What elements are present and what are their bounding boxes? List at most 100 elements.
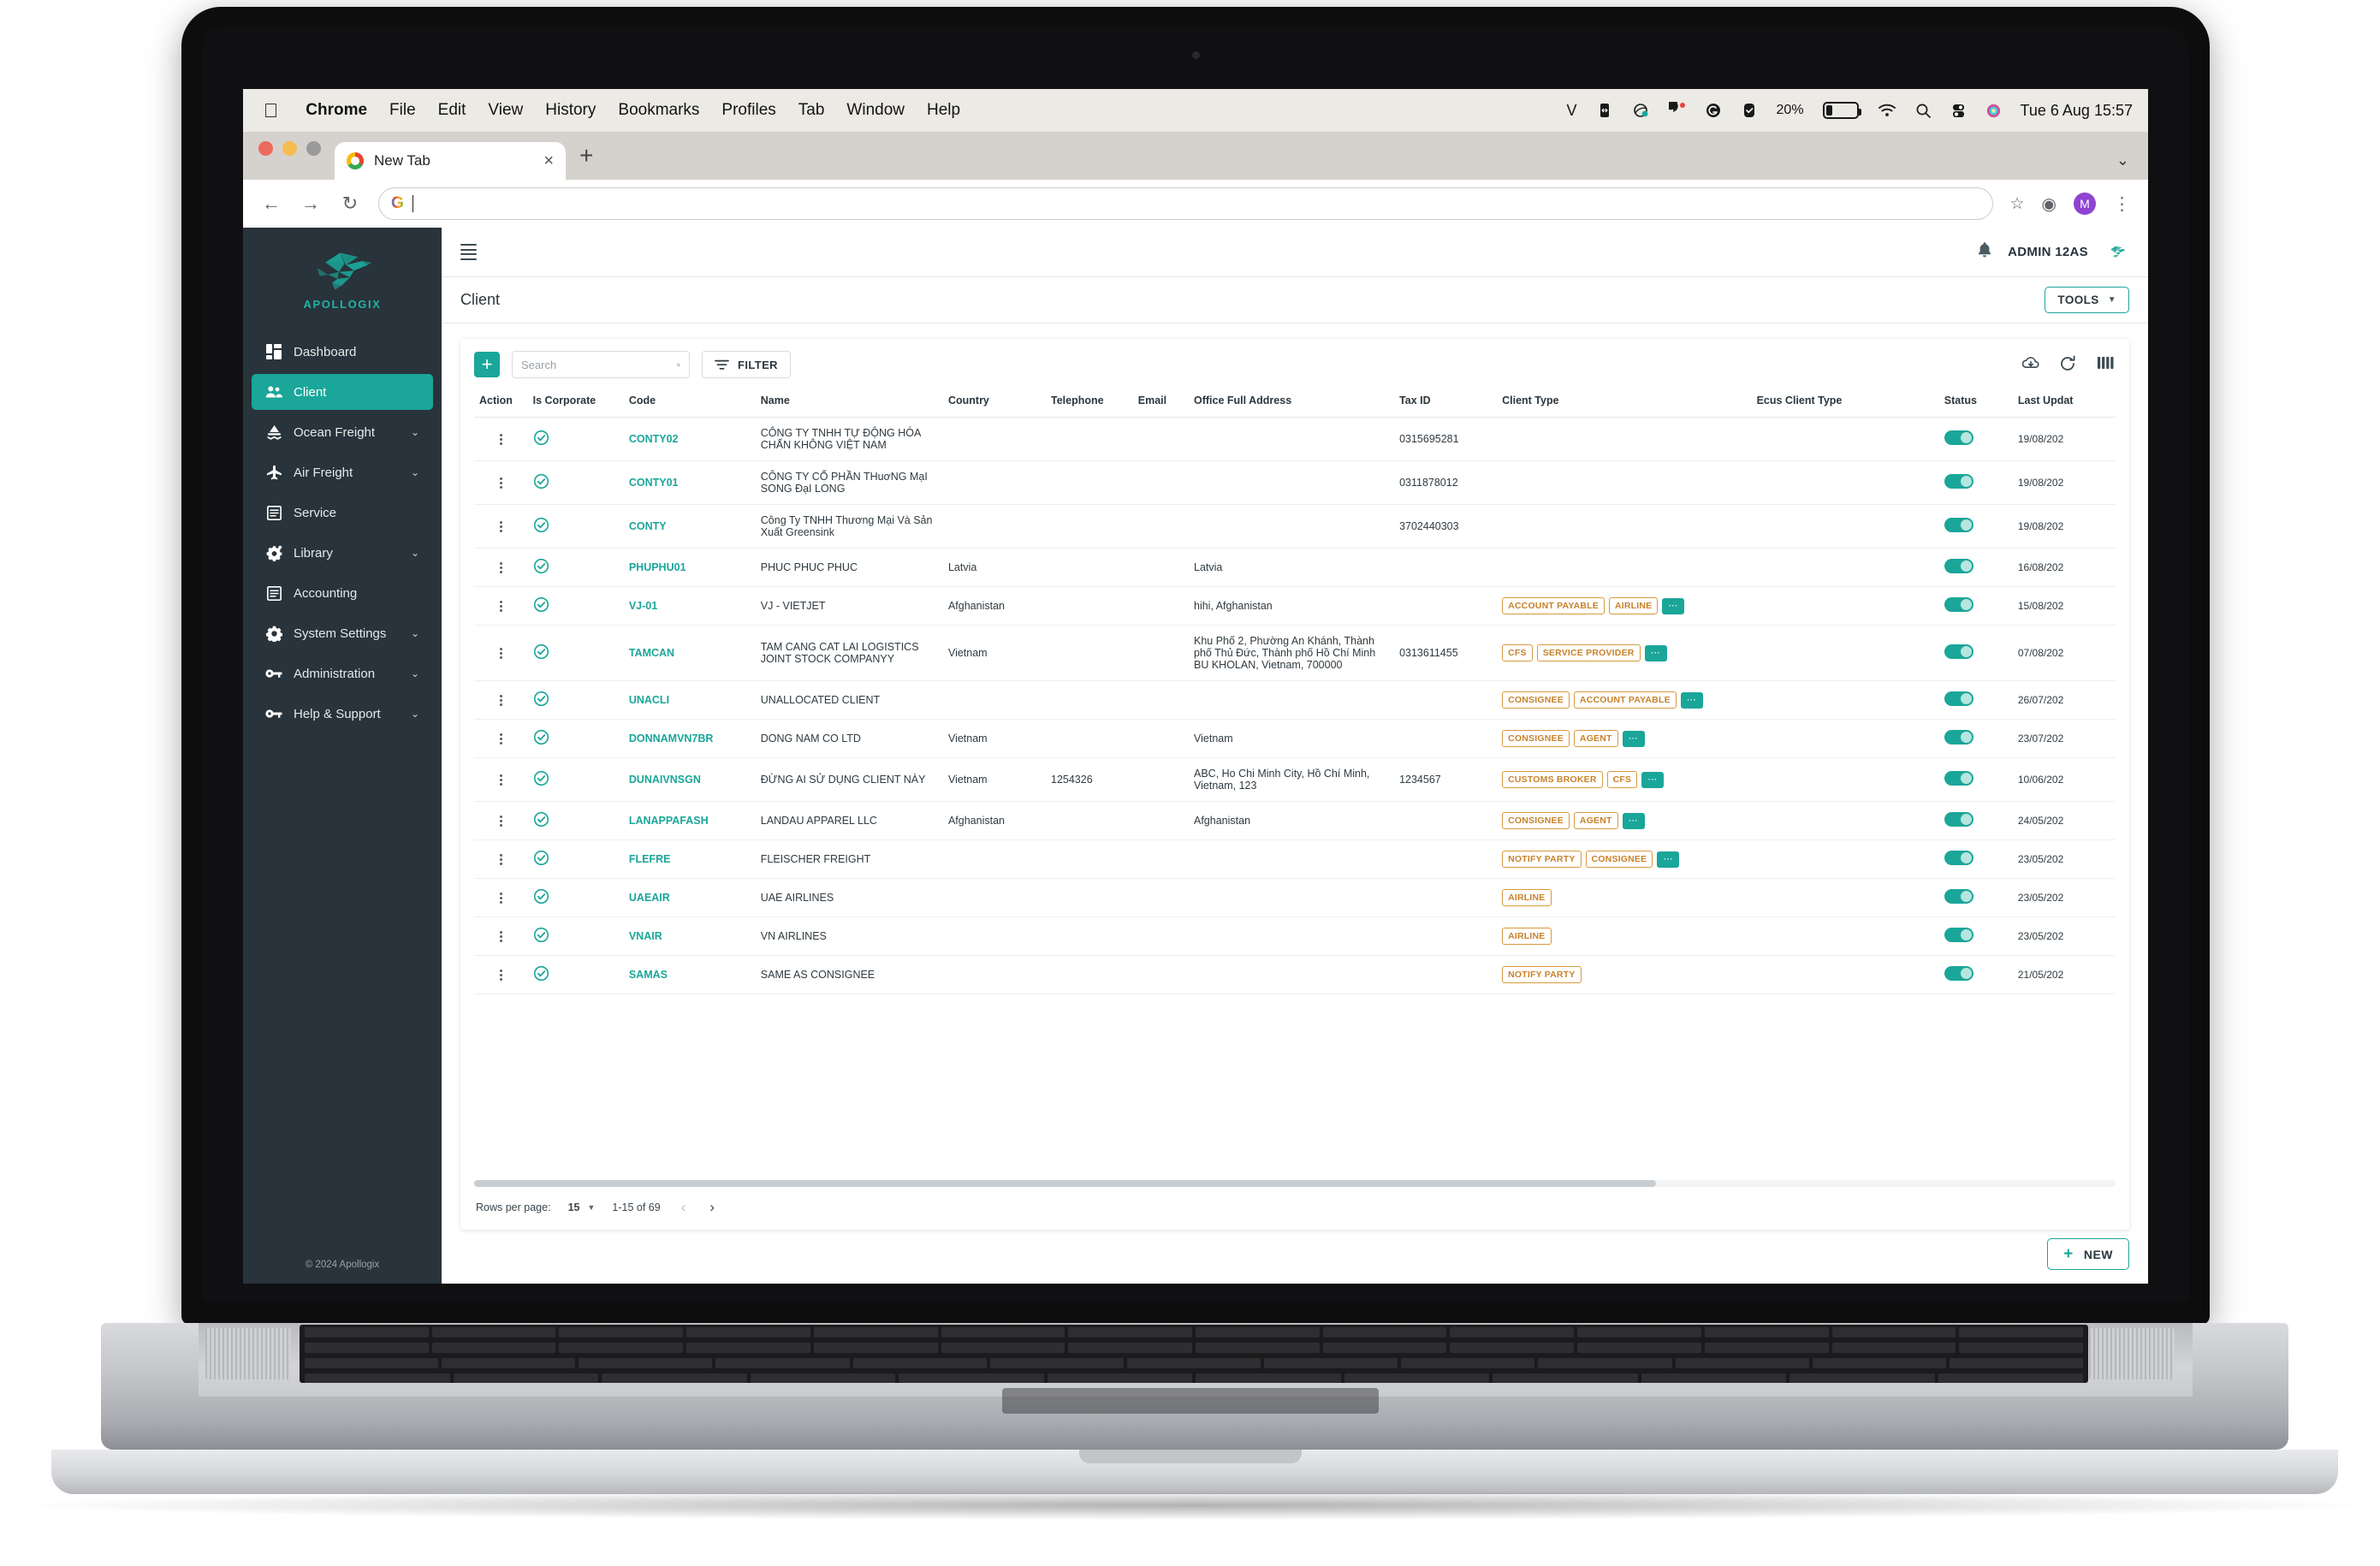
sidebar-item-help-support[interactable]: Help & Support ⌄	[252, 696, 433, 732]
col-status[interactable]: Status	[1938, 387, 2013, 418]
sidebar-item-administration[interactable]: Administration ⌄	[252, 655, 433, 691]
status-toggle[interactable]	[1944, 691, 1973, 706]
col-code[interactable]: Code	[623, 387, 756, 418]
status-cell[interactable]	[1938, 548, 2013, 587]
col-tax-id[interactable]: Tax ID	[1394, 387, 1498, 418]
profile-avatar[interactable]: M	[2074, 193, 2096, 215]
new-button[interactable]: + NEW	[2047, 1238, 2129, 1270]
code-cell[interactable]: TAMCAN	[623, 625, 756, 681]
client-type-badge[interactable]: CFS	[1502, 644, 1533, 661]
browser-menu-icon[interactable]: ⋮	[2113, 193, 2131, 215]
status-cell[interactable]	[1938, 916, 2013, 956]
search-input-wrapper[interactable]	[512, 351, 690, 378]
search-input[interactable]	[521, 358, 672, 371]
status-toggle[interactable]	[1944, 851, 1973, 865]
code-cell[interactable]: DONNAMVN7BR	[623, 719, 756, 758]
client-code-link[interactable]: DONNAMVN7BR	[629, 733, 714, 744]
table-row[interactable]: VNAIR VN AIRLINES AIRLINE 23/05/202	[474, 916, 2116, 956]
table-row[interactable]: UAEAIR UAE AIRLINES AIRLINE 23/05/202	[474, 878, 2116, 917]
col-email[interactable]: Email	[1132, 387, 1189, 418]
more-types-button[interactable]: ⋯	[1622, 812, 1645, 829]
row-action-cell[interactable]	[474, 839, 528, 879]
row-action-cell[interactable]	[474, 586, 528, 626]
more-types-button[interactable]: ⋯	[1644, 644, 1667, 661]
reload-button[interactable]: ↻	[339, 193, 361, 215]
add-button[interactable]: +	[474, 352, 500, 377]
code-cell[interactable]: CONTY01	[623, 460, 756, 505]
siri-icon[interactable]	[1985, 103, 2002, 119]
table-row[interactable]: TAMCAN TAM CANG CAT LAI LOGISTICS JOINT S…	[474, 625, 2116, 681]
status-toggle[interactable]	[1944, 559, 1973, 573]
grammarly-icon[interactable]	[1705, 102, 1722, 119]
client-code-link[interactable]: UAEAIR	[629, 892, 670, 904]
row-menu-icon[interactable]	[479, 647, 523, 659]
client-code-link[interactable]: SAMAS	[629, 969, 668, 981]
menu-chrome[interactable]: Chrome	[306, 101, 367, 120]
bookmark-star-icon[interactable]: ☆	[2010, 194, 2025, 214]
client-code-link[interactable]: TAMCAN	[629, 647, 674, 659]
row-action-cell[interactable]	[474, 719, 528, 758]
sidebar-item-ocean-freight[interactable]: Ocean Freight ⌄	[252, 414, 433, 450]
apple-icon[interactable]: 	[258, 100, 283, 121]
menu-window[interactable]: Window	[846, 101, 905, 120]
row-action-cell[interactable]	[474, 460, 528, 505]
back-button[interactable]: ←	[260, 193, 282, 215]
table-row[interactable]: CONTY02 CÔNG TY TNHH TỰ ĐỘNG HÓA CHẤN KHÔ…	[474, 417, 2116, 461]
client-type-badge[interactable]: CONSIGNEE	[1502, 730, 1570, 747]
client-type-badge[interactable]: CONSIGNEE	[1502, 812, 1570, 829]
status-toggle[interactable]	[1944, 597, 1973, 612]
cloud-sync-icon[interactable]	[1632, 102, 1650, 119]
client-type-badge[interactable]: CFS	[1606, 771, 1638, 788]
code-cell[interactable]: LANAPPAFASH	[623, 801, 756, 840]
col-ecus-type[interactable]: Ecus Client Type	[1751, 387, 1939, 418]
menu-history[interactable]: History	[545, 101, 596, 120]
client-type-badge[interactable]: AIRLINE	[1502, 928, 1552, 945]
client-type-badge[interactable]: NOTIFY PARTY	[1502, 851, 1582, 868]
columns-icon[interactable]	[2097, 355, 2116, 374]
row-menu-icon[interactable]	[479, 815, 523, 827]
more-types-button[interactable]: ⋯	[1622, 730, 1645, 747]
hamburger-icon[interactable]	[460, 244, 477, 260]
more-types-button[interactable]: ⋯	[1657, 851, 1680, 868]
extensions-icon[interactable]: ◉	[2042, 193, 2057, 215]
messenger-icon[interactable]	[1668, 102, 1686, 119]
code-cell[interactable]: VJ-01	[623, 586, 756, 626]
wifi-icon[interactable]	[1878, 103, 1896, 118]
code-cell[interactable]: UNACLI	[623, 680, 756, 720]
more-types-button[interactable]: ⋯	[1662, 597, 1685, 614]
battery-icon[interactable]	[1822, 102, 1861, 119]
table-row[interactable]: DONNAMVN7BR DONG NAM CO LTD Vietnam Vietnam…	[474, 719, 2116, 758]
row-action-cell[interactable]	[474, 625, 528, 681]
table-row[interactable]: LANAPPAFASH LANDAU APPAREL LLC Afghanistan…	[474, 801, 2116, 840]
table-row[interactable]: CONTY01 CÔNG TY CỔ PHẦN THuơNG MạI SONG Đ…	[474, 460, 2116, 505]
spotlight-search-icon[interactable]	[1915, 103, 1932, 119]
row-action-cell[interactable]	[474, 417, 528, 461]
row-menu-icon[interactable]	[479, 733, 523, 744]
maximize-window-button[interactable]	[306, 140, 321, 156]
close-tab-icon[interactable]: ×	[543, 151, 554, 171]
next-page-button[interactable]: ›	[706, 1199, 718, 1216]
code-cell[interactable]: UAEAIR	[623, 878, 756, 917]
client-code-link[interactable]: PHUPHU01	[629, 561, 686, 573]
status-cell[interactable]	[1938, 625, 2013, 681]
code-cell[interactable]: PHUPHU01	[623, 548, 756, 587]
code-cell[interactable]: DUNAIVNSGN	[623, 757, 756, 802]
client-type-badge[interactable]: AGENT	[1573, 730, 1618, 747]
sidebar-item-dashboard[interactable]: Dashboard	[252, 334, 433, 370]
client-type-badge[interactable]: ACCOUNT PAYABLE	[1573, 691, 1677, 709]
status-toggle[interactable]	[1944, 966, 1973, 981]
client-code-link[interactable]: FLEFRE	[629, 853, 671, 865]
client-code-link[interactable]: DUNAIVNSGN	[629, 774, 701, 786]
status-cell[interactable]	[1938, 504, 2013, 549]
col-client-type[interactable]: Client Type	[1497, 387, 1752, 418]
more-types-button[interactable]: ⋯	[1680, 691, 1703, 709]
sidebar-item-system-settings[interactable]: System Settings ⌄	[252, 615, 433, 651]
address-bar[interactable]: G	[378, 187, 1993, 220]
status-cell[interactable]	[1938, 801, 2013, 840]
tools-button[interactable]: TOOLS ▼	[2045, 287, 2129, 313]
minimize-window-button[interactable]	[282, 140, 297, 156]
col-address[interactable]: Office Full Address	[1189, 387, 1395, 418]
more-types-button[interactable]: ⋯	[1641, 771, 1665, 788]
status-cell[interactable]	[1938, 586, 2013, 626]
menu-help[interactable]: Help	[927, 101, 960, 120]
